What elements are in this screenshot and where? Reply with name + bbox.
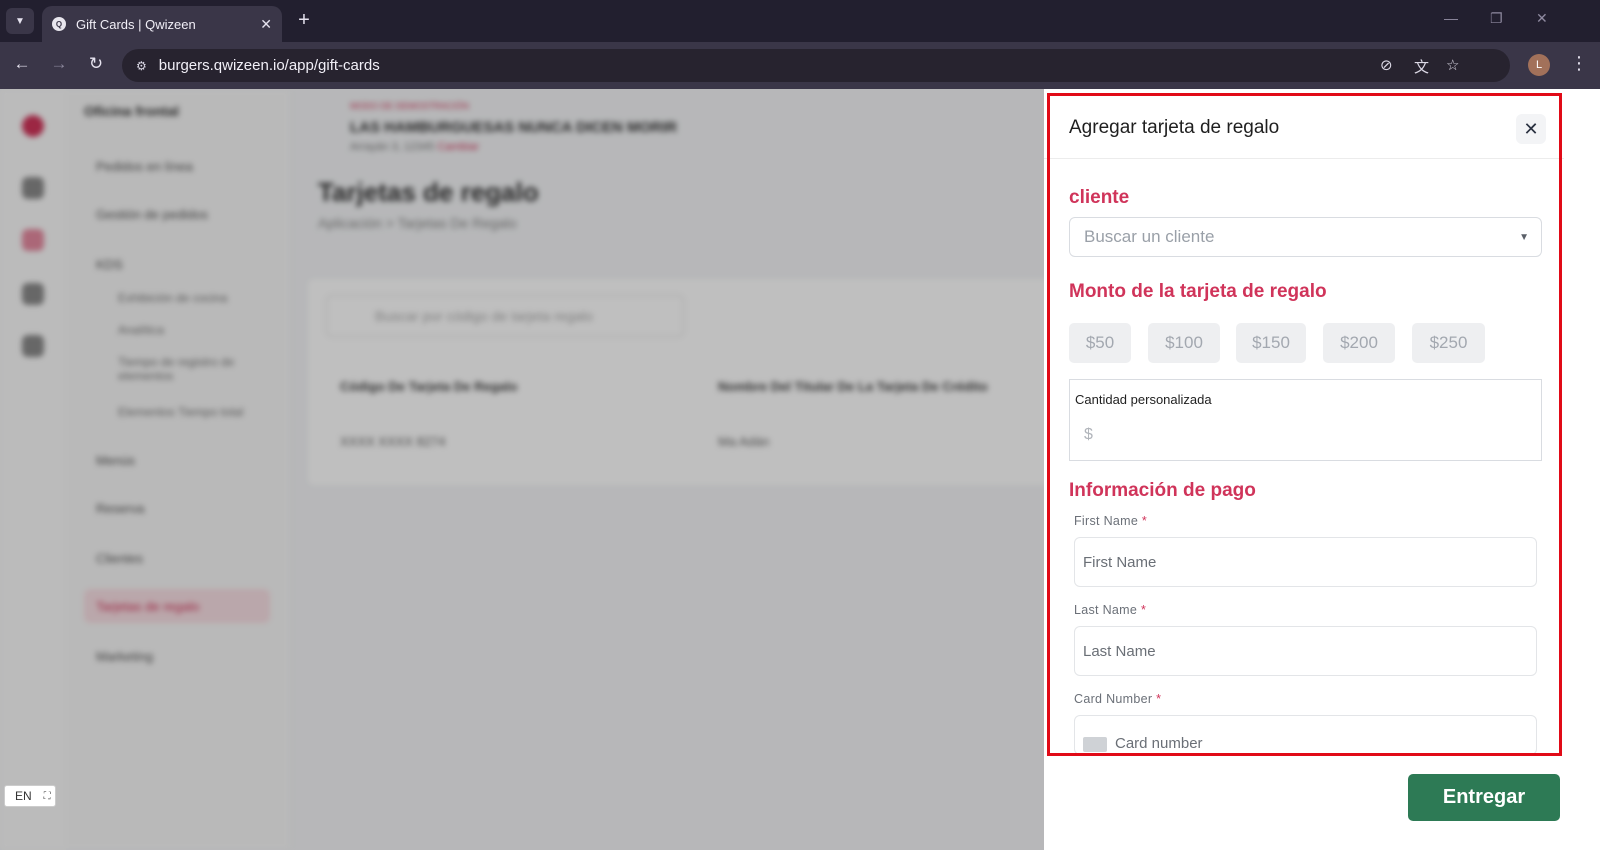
browser-tab-bar: ▼ Q Gift Cards | Qwizeen ✕ + — ❐ ✕ (0, 0, 1600, 42)
close-icon[interactable]: ✕ (1516, 114, 1546, 144)
card-number-label: Card Number * (1074, 692, 1162, 706)
tracking-icon[interactable]: ⊘ (1380, 56, 1393, 74)
profile-avatar[interactable]: L (1528, 54, 1550, 76)
customer-heading: cliente (1069, 187, 1130, 208)
expand-icon: ⛶ (43, 790, 51, 802)
custom-amount-input[interactable]: $ (1084, 426, 1093, 444)
new-tab-icon[interactable]: + (292, 9, 316, 32)
drawer-header: Agregar tarjeta de regalo (1044, 89, 1564, 159)
first-name-label: First Name * (1074, 514, 1148, 528)
tab-close-icon[interactable]: ✕ (260, 16, 272, 33)
forward-icon[interactable]: → (47, 54, 71, 74)
credit-card-icon (1083, 737, 1107, 752)
drawer-title: Agregar tarjeta de regalo (1069, 117, 1280, 138)
bookmark-star-icon[interactable]: ☆ (1446, 56, 1459, 74)
tab-title: Gift Cards | Qwizeen (76, 16, 196, 32)
window-close-icon[interactable]: ✕ (1536, 10, 1548, 27)
card-number-input[interactable]: Card number (1074, 715, 1537, 755)
last-name-input[interactable]: Last Name (1074, 626, 1537, 676)
site-info-icon[interactable]: ⚙ (136, 59, 147, 73)
amount-200-button[interactable]: $200 (1323, 323, 1395, 363)
translate-icon[interactable]: 文 (1414, 56, 1429, 77)
last-name-label: Last Name * (1074, 603, 1147, 617)
back-icon[interactable]: ← (10, 54, 34, 74)
url-text: burgers.qwizeen.io/app/gift-cards (158, 57, 380, 74)
amount-heading: Monto de la tarjeta de regalo (1069, 281, 1327, 302)
minimize-icon[interactable]: — (1444, 10, 1458, 26)
amount-250-button[interactable]: $250 (1412, 323, 1485, 363)
payment-heading: Información de pago (1069, 480, 1256, 501)
customer-select-placeholder: Buscar un cliente (1084, 227, 1215, 246)
address-bar[interactable]: ⚙ burgers.qwizeen.io/app/gift-cards ⊘ 文 … (122, 49, 1510, 82)
amount-50-button[interactable]: $50 (1069, 323, 1131, 363)
first-name-input[interactable]: First Name (1074, 537, 1537, 587)
browser-toolbar: ← → ↻ ⚙ burgers.qwizeen.io/app/gift-card… (0, 42, 1600, 89)
customer-select[interactable]: Buscar un cliente ▼ (1069, 217, 1542, 257)
favicon-icon: Q (52, 17, 66, 31)
add-gift-card-drawer: Agregar tarjeta de regalo cliente Buscar… (1044, 89, 1600, 850)
reload-icon[interactable]: ↻ (84, 54, 108, 74)
restore-icon[interactable]: ❐ (1490, 10, 1503, 27)
custom-amount-label: Cantidad personalizada (1075, 392, 1212, 407)
browser-menu-icon[interactable]: ⋮ (1570, 53, 1588, 74)
language-badge[interactable]: EN ⛶ (4, 785, 56, 807)
tab-search-icon[interactable]: ▼ (6, 8, 34, 34)
custom-amount-field[interactable]: Cantidad personalizada $ (1069, 379, 1542, 461)
card-number-placeholder: Card number (1115, 735, 1203, 752)
browser-tab[interactable]: Q Gift Cards | Qwizeen ✕ (42, 6, 282, 42)
chevron-down-icon: ▼ (1519, 231, 1529, 243)
amount-100-button[interactable]: $100 (1148, 323, 1220, 363)
amount-150-button[interactable]: $150 (1236, 323, 1306, 363)
submit-button[interactable]: Entregar (1408, 774, 1560, 821)
